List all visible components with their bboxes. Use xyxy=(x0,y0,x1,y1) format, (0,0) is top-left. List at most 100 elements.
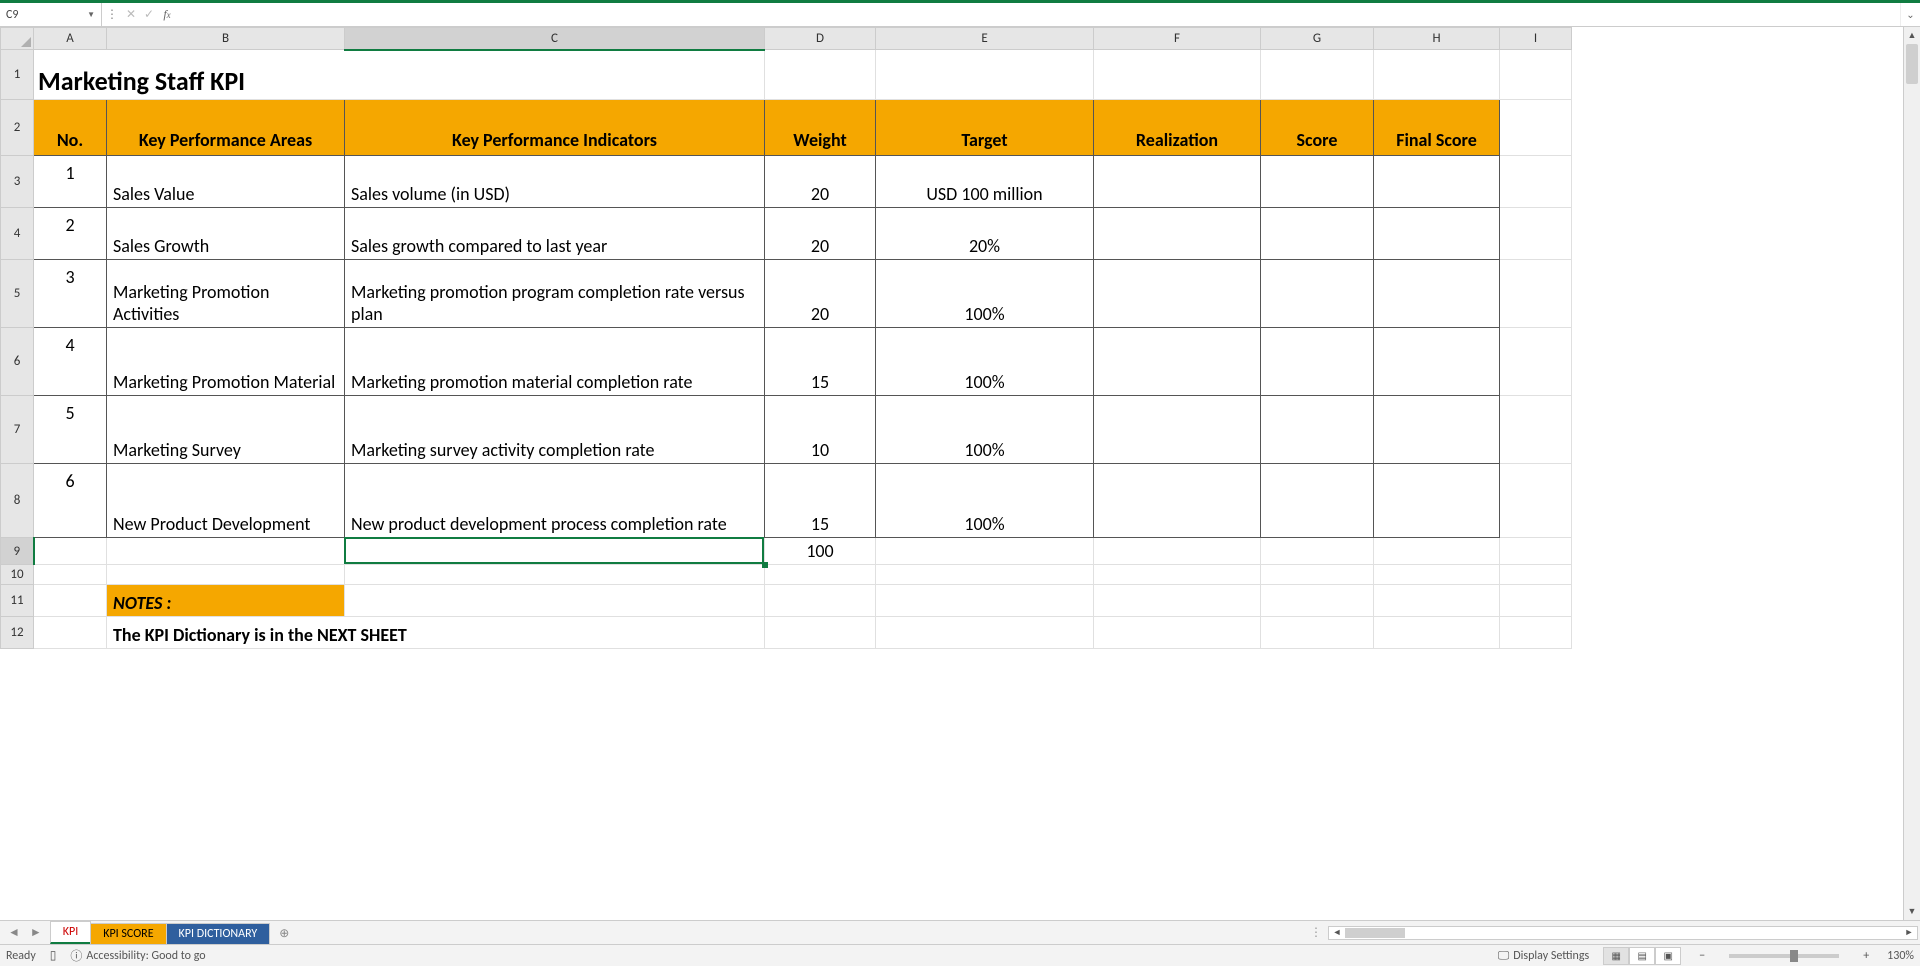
header-no[interactable]: No. xyxy=(34,100,107,156)
cell-d12[interactable] xyxy=(765,617,876,649)
cell-final-score-4[interactable] xyxy=(1374,208,1500,260)
scroll-right-icon[interactable]: ► xyxy=(1901,927,1917,938)
cell-target-5[interactable]: 100% xyxy=(876,260,1094,328)
cell-kpi-5[interactable]: Marketing promotion program completion r… xyxy=(345,260,765,328)
accept-formula-icon[interactable]: ✓ xyxy=(140,7,158,22)
cell-weight-8[interactable]: 15 xyxy=(765,464,876,538)
cell-kpi-4[interactable]: Sales growth compared to last year xyxy=(345,208,765,260)
cell-c10[interactable] xyxy=(345,565,765,585)
cell-no-6[interactable]: 4 xyxy=(34,328,107,396)
cell-a10[interactable] xyxy=(34,565,107,585)
cell-no-3[interactable]: 1 xyxy=(34,156,107,208)
cell-h12[interactable] xyxy=(1374,617,1500,649)
cell-target-4[interactable]: 20% xyxy=(876,208,1094,260)
cell-no-8[interactable]: 6 xyxy=(34,464,107,538)
column-header-h[interactable]: H xyxy=(1374,28,1500,50)
cell-d1[interactable] xyxy=(765,50,876,100)
cell-f10[interactable] xyxy=(1094,565,1261,585)
row-header-12[interactable]: 12 xyxy=(1,617,34,649)
accessibility-status[interactable]: ⓘ Accessibility: Good to go xyxy=(70,947,205,964)
cell-g9[interactable] xyxy=(1261,538,1374,565)
cell-realization-5[interactable] xyxy=(1094,260,1261,328)
row-header-7[interactable]: 7 xyxy=(1,396,34,464)
cell-score-3[interactable] xyxy=(1261,156,1374,208)
cell-e1[interactable] xyxy=(876,50,1094,100)
cancel-formula-icon[interactable]: ✕ xyxy=(122,7,140,22)
cell-i1[interactable] xyxy=(1500,50,1572,100)
cell-kpi-8[interactable]: New product development process completi… xyxy=(345,464,765,538)
cell-no-4[interactable]: 2 xyxy=(34,208,107,260)
cell-i6[interactable] xyxy=(1500,328,1572,396)
macro-record-icon[interactable]: ▯ xyxy=(50,948,57,963)
cell-final-score-6[interactable] xyxy=(1374,328,1500,396)
cell-i3[interactable] xyxy=(1500,156,1572,208)
cell-i7[interactable] xyxy=(1500,396,1572,464)
cell-b10[interactable] xyxy=(107,565,345,585)
cell-weight-4[interactable]: 20 xyxy=(765,208,876,260)
cell-i8[interactable] xyxy=(1500,464,1572,538)
cell-final-score-8[interactable] xyxy=(1374,464,1500,538)
cell-kpa-6[interactable]: Marketing Promotion Material xyxy=(107,328,345,396)
cell-c9[interactable] xyxy=(345,538,765,565)
zoom-in-button[interactable]: + xyxy=(1859,949,1873,963)
tab-kpi-dictionary[interactable]: KPI DICTIONARY xyxy=(166,923,271,944)
tab-kpi[interactable]: KPI xyxy=(50,921,91,944)
cell-e12[interactable] xyxy=(876,617,1094,649)
cell-score-8[interactable] xyxy=(1261,464,1374,538)
tab-kpi-score[interactable]: KPI SCORE xyxy=(90,923,166,944)
cell-i12[interactable] xyxy=(1500,617,1572,649)
cell-c11[interactable] xyxy=(345,585,765,617)
add-sheet-button[interactable]: ⊕ xyxy=(269,923,299,944)
cell-weight-3[interactable]: 20 xyxy=(765,156,876,208)
zoom-slider-knob[interactable] xyxy=(1790,950,1798,962)
column-header-c[interactable]: C xyxy=(345,28,765,50)
cell-score-7[interactable] xyxy=(1261,396,1374,464)
scroll-left-icon[interactable]: ◄ xyxy=(1329,927,1345,938)
header-kpa[interactable]: Key Performance Areas xyxy=(107,100,345,156)
notes-text[interactable]: The KPI Dictionary is in the NEXT SHEET xyxy=(107,617,765,649)
cell-e10[interactable] xyxy=(876,565,1094,585)
cell-i11[interactable] xyxy=(1500,585,1572,617)
cell-no-7[interactable]: 5 xyxy=(34,396,107,464)
scroll-up-icon[interactable]: ▲ xyxy=(1904,27,1920,44)
vscroll-thumb[interactable] xyxy=(1906,44,1918,84)
tab-nav-prev-icon[interactable]: ◄ xyxy=(8,925,20,940)
vertical-scrollbar[interactable]: ▲ ▼ xyxy=(1903,27,1920,920)
view-normal-button[interactable]: ▦ xyxy=(1603,947,1629,965)
header-weight[interactable]: Weight xyxy=(765,100,876,156)
cell-final-score-7[interactable] xyxy=(1374,396,1500,464)
zoom-slider[interactable] xyxy=(1729,954,1839,958)
cell-weight-7[interactable]: 10 xyxy=(765,396,876,464)
header-realization[interactable]: Realization xyxy=(1094,100,1261,156)
fx-icon[interactable]: fx xyxy=(158,7,176,22)
row-header-4[interactable]: 4 xyxy=(1,208,34,260)
hscroll-thumb[interactable] xyxy=(1345,928,1405,938)
row-header-6[interactable]: 6 xyxy=(1,328,34,396)
row-header-11[interactable]: 11 xyxy=(1,585,34,617)
cell-g10[interactable] xyxy=(1261,565,1374,585)
cell-final-score-5[interactable] xyxy=(1374,260,1500,328)
row-header-1[interactable]: 1 xyxy=(1,50,34,100)
cell-i5[interactable] xyxy=(1500,260,1572,328)
cell-g1[interactable] xyxy=(1261,50,1374,100)
cell-d10[interactable] xyxy=(765,565,876,585)
cell-a12[interactable] xyxy=(34,617,107,649)
cell-target-7[interactable]: 100% xyxy=(876,396,1094,464)
cell-kpa-3[interactable]: Sales Value xyxy=(107,156,345,208)
tab-split-handle[interactable]: ⋮ xyxy=(1310,925,1322,940)
column-header-g[interactable]: G xyxy=(1261,28,1374,50)
cell-kpa-8[interactable]: New Product Development xyxy=(107,464,345,538)
cell-g11[interactable] xyxy=(1261,585,1374,617)
cell-kpa-7[interactable]: Marketing Survey xyxy=(107,396,345,464)
view-page-layout-button[interactable]: ▤ xyxy=(1629,947,1655,965)
header-target[interactable]: Target xyxy=(876,100,1094,156)
cell-f12[interactable] xyxy=(1094,617,1261,649)
cell-e9[interactable] xyxy=(876,538,1094,565)
cell-kpi-3[interactable]: Sales volume (in USD) xyxy=(345,156,765,208)
name-box[interactable]: C9 ▼ xyxy=(0,3,102,26)
cell-a9[interactable] xyxy=(34,538,107,565)
sheet-title[interactable]: Marketing Staff KPI xyxy=(34,50,765,100)
cell-kpi-6[interactable]: Marketing promotion material completion … xyxy=(345,328,765,396)
row-header-8[interactable]: 8 xyxy=(1,464,34,538)
cell-weight-5[interactable]: 20 xyxy=(765,260,876,328)
